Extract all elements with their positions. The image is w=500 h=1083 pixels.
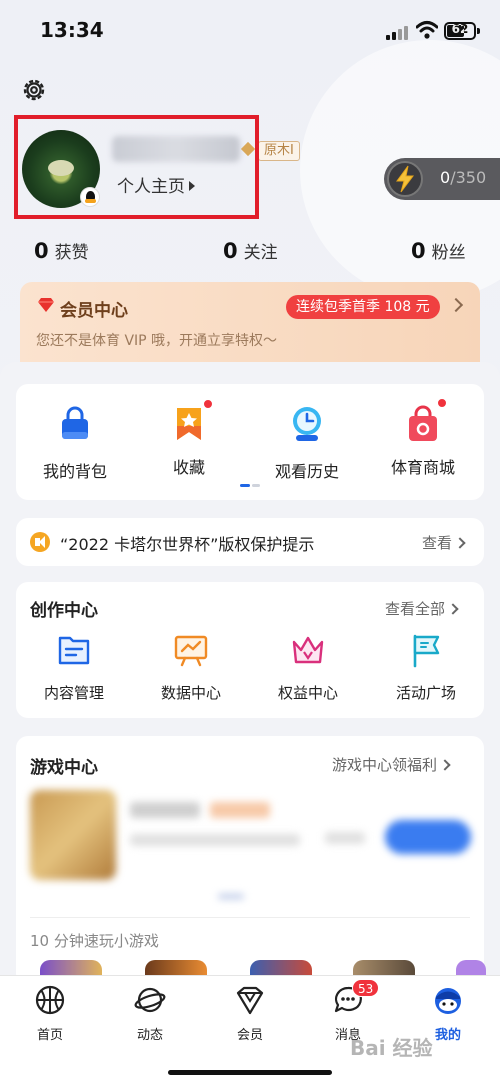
battery-level: 62 (451, 22, 469, 36)
quick-backpack[interactable]: 我的背包 (20, 404, 130, 482)
tab-home[interactable]: 首页 (20, 984, 80, 1043)
notice-text: “2022 卡塔尔世界杯”版权保护提示 (60, 535, 315, 554)
lightning-icon (387, 161, 423, 197)
energy-pill[interactable]: 0/350 (384, 158, 500, 200)
flag-icon (413, 634, 440, 668)
create-content-manage[interactable]: 内容管理 (24, 632, 124, 703)
clock-icon (293, 407, 321, 441)
quick-shop[interactable]: 体育商城 (368, 398, 478, 478)
create-activity-square[interactable]: 活动广场 (376, 632, 476, 703)
gear-icon[interactable] (20, 76, 48, 104)
game-play-button[interactable] (385, 820, 471, 854)
battery-tip (477, 28, 480, 34)
crown-icon (292, 636, 324, 664)
chevron-right-icon (454, 537, 466, 549)
tab-bar: 首页 动态 会员 消息 我的 (0, 975, 500, 1083)
mini-games-title: 10 分钟速玩小游戏 (30, 932, 159, 950)
watermark: Bai 经验 (350, 1036, 433, 1060)
tab-vip[interactable]: 会员 (220, 984, 280, 1043)
stat-following[interactable]: 0 关注 (223, 238, 278, 263)
mascot-icon (435, 988, 461, 1014)
stat-likes[interactable]: 0 获赞 (34, 238, 89, 263)
level-badge: 原木I (258, 141, 300, 161)
messages-badge: 53 (352, 979, 380, 997)
speaker-icon (30, 532, 50, 552)
create-benefits-center[interactable]: 权益中心 (258, 632, 358, 703)
highlight-box (14, 115, 259, 219)
vip-subtitle: 您还不是体育 VIP 哦，开通立享特权～ (36, 333, 278, 349)
chevron-right-icon (439, 759, 451, 771)
creation-title: 创作中心 (30, 601, 98, 621)
folder-icon (58, 636, 90, 665)
game-pager (218, 894, 244, 899)
new-dot (437, 398, 447, 408)
chart-board-icon (174, 635, 208, 667)
status-time: 13:34 (40, 18, 104, 42)
chevron-right-icon (447, 603, 459, 615)
game-center-benefits-link[interactable]: 游戏中心领福利 (332, 754, 451, 775)
game-meta-blurred (325, 832, 365, 844)
page-indicator (240, 484, 260, 487)
vip-title: 会员中心 (60, 301, 128, 321)
vip-promo-button[interactable]: 连续包季首季 108 元 (286, 295, 440, 319)
basketball-icon (35, 985, 65, 1015)
shop-bag-icon (409, 405, 437, 441)
create-data-center[interactable]: 数据中心 (141, 632, 241, 703)
home-indicator[interactable] (168, 1070, 332, 1075)
status-bar: 13:34 62 (0, 0, 500, 60)
divider (30, 917, 470, 918)
red-diamond-icon (38, 298, 54, 312)
game-name-blurred (130, 802, 200, 818)
game-tag-blurred (210, 802, 270, 818)
battery-icon: 62 (444, 22, 476, 40)
energy-count: 0/350 (440, 168, 487, 187)
wifi-icon (416, 21, 438, 39)
diamond-icon (236, 986, 264, 1015)
stat-followers[interactable]: 0 粉丝 (411, 238, 466, 263)
bookmark-star-icon (177, 408, 201, 440)
game-desc-blurred (130, 834, 300, 846)
game-thumbnail-blurred[interactable] (30, 790, 116, 880)
new-dot (203, 399, 213, 409)
notice-view-link[interactable]: 查看 (422, 532, 466, 553)
bag-icon (62, 406, 88, 439)
tab-feed[interactable]: 动态 (120, 984, 180, 1043)
game-center-title: 游戏中心 (30, 758, 98, 778)
quick-favorites[interactable]: 收藏 (134, 399, 244, 478)
planet-icon (134, 987, 166, 1013)
signal-icon (386, 24, 410, 40)
quick-history[interactable]: 观看历史 (252, 404, 362, 482)
creation-view-all[interactable]: 查看全部 (385, 598, 459, 619)
